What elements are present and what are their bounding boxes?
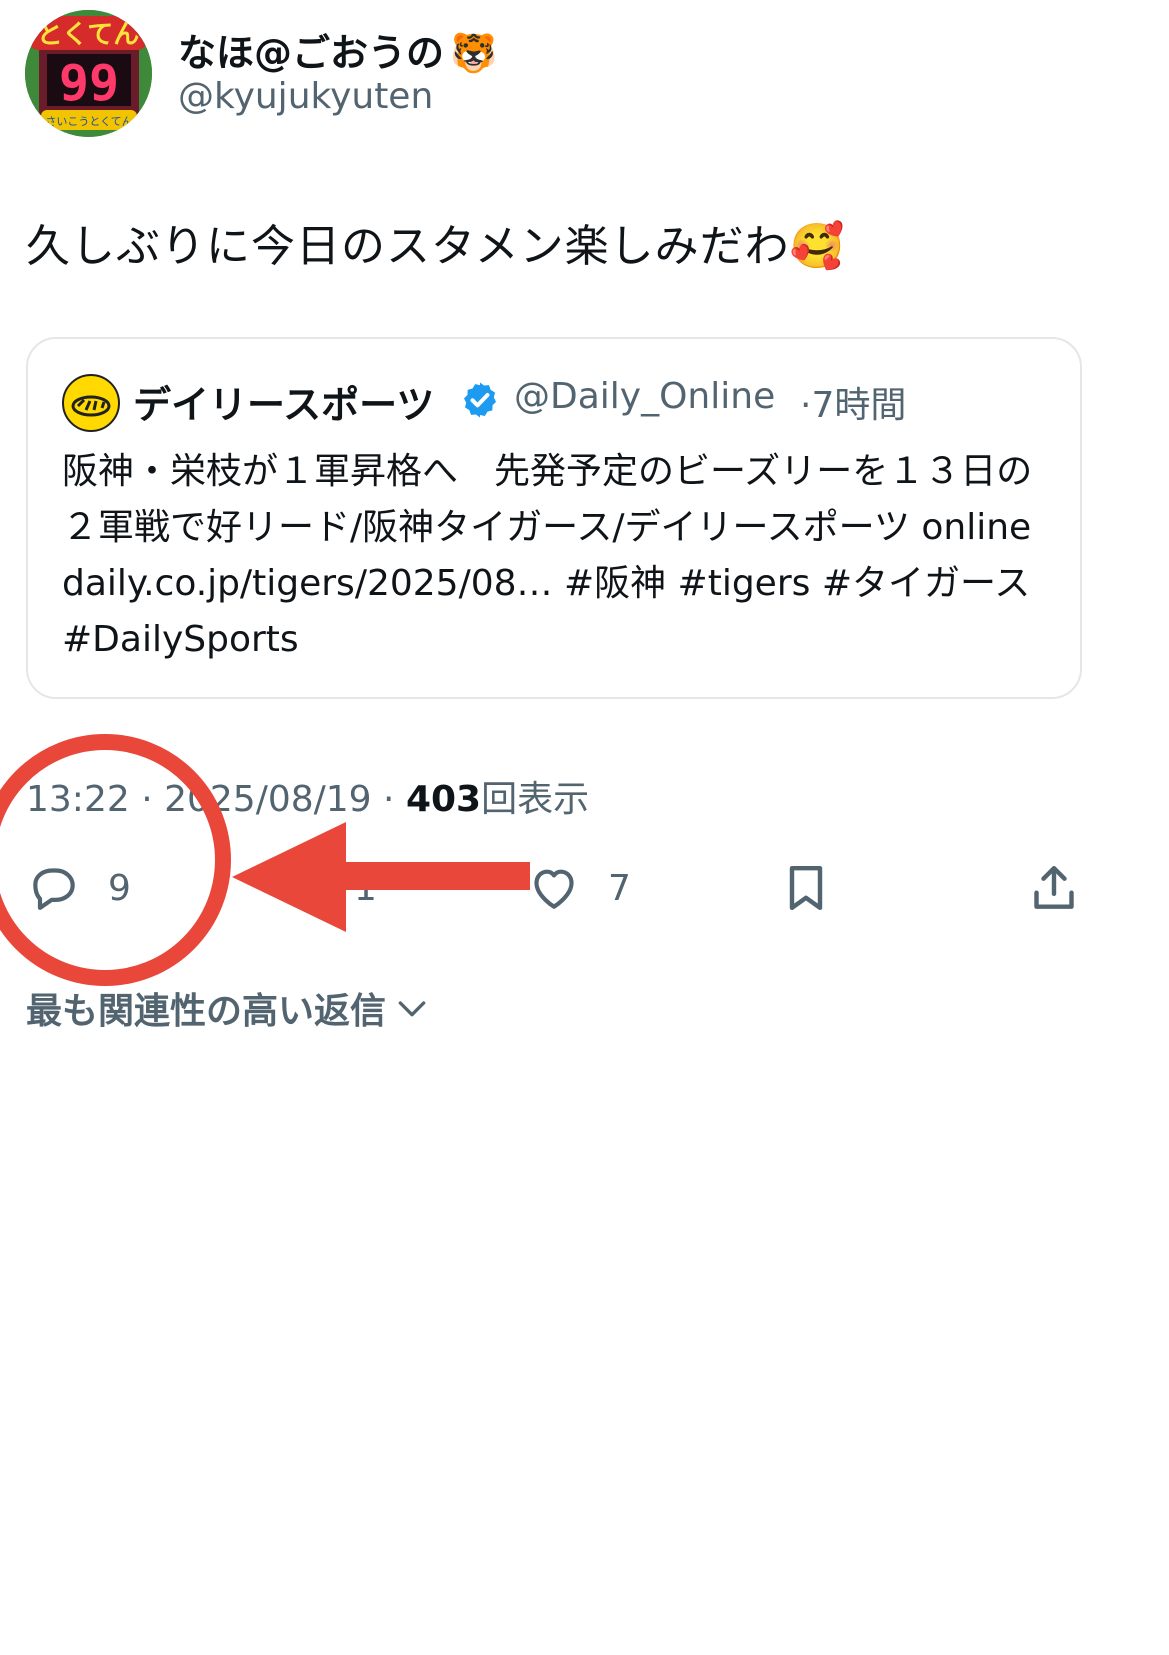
bookmark-button[interactable]	[778, 858, 834, 918]
author-avatar[interactable]: とくてん 99 さいこうとくてん	[25, 10, 152, 137]
reply-icon	[33, 868, 75, 910]
reply-count: 9	[108, 867, 131, 909]
avatar-text-bottom: さいこうとくてん	[45, 115, 132, 128]
replies-sort-dropdown[interactable]: 最も関連性の高い返信	[26, 982, 432, 1034]
quote-time-text: 7時間	[811, 385, 907, 426]
author-handle[interactable]: @kyujukyuten	[178, 76, 433, 117]
tiger-emoji-icon: 🐯	[450, 31, 498, 75]
bookmark-icon	[789, 865, 823, 911]
author-display-name[interactable]: なほ@ごおうの 🐯	[178, 22, 497, 77]
quote-timestamp: ·7時間	[800, 376, 906, 428]
reply-button[interactable]: 9	[26, 858, 131, 918]
repost-button[interactable]: 1	[272, 858, 377, 918]
avatar-number: 99	[59, 54, 119, 112]
tweet-text: 久しぶりに今日のスタメン楽しみだわ🥰	[26, 221, 846, 272]
tweet-date: 2025/08/19	[164, 779, 372, 820]
chevron-down-icon	[398, 1001, 426, 1017]
quote-body-text: 阪神・栄枝が１軍昇格へ 先発予定のビーズリーを１３日の２軍戦で好リード/阪神タイ…	[62, 451, 1033, 660]
replies-sort-label: 最も関連性の高い返信	[26, 991, 387, 1032]
view-label: 回表示	[481, 779, 590, 820]
tweet-meta: 13:22 · 2025/08/19 · 403回表示	[26, 770, 589, 822]
avatar-image: とくてん 99 さいこうとくてん	[25, 10, 152, 137]
repost-count: 1	[354, 867, 377, 909]
quote-time-separator: ·	[800, 385, 812, 426]
quote-author-name: デイリースポーツ	[133, 383, 435, 427]
quote-author-handle: @Daily_Online	[514, 376, 776, 417]
tiger-logo-icon	[71, 395, 111, 417]
meta-separator: ·	[129, 779, 165, 820]
repost-icon	[276, 874, 324, 902]
avatar-text-top: とくてん	[37, 20, 139, 50]
display-name-text: なほ@ごおうの	[178, 31, 445, 75]
verified-badge-icon	[464, 382, 496, 418]
share-icon	[1034, 865, 1074, 909]
like-icon	[534, 869, 574, 909]
tweet-time: 13:22	[26, 779, 130, 820]
meta-separator: ·	[371, 779, 406, 820]
quote-avatar	[62, 374, 120, 432]
like-count: 7	[608, 867, 631, 909]
like-button[interactable]: 7	[526, 858, 631, 918]
share-button[interactable]	[1026, 858, 1082, 918]
view-count: 403	[405, 779, 482, 820]
